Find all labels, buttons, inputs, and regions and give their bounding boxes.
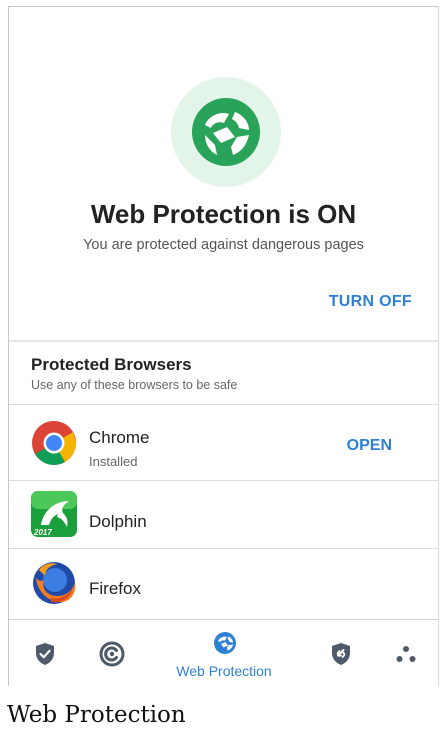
app-screen: Web Protection is ON You are protected a…: [8, 6, 439, 686]
browser-row-dolphin[interactable]: 2017 Dolphin: [9, 481, 438, 547]
row-divider: [9, 404, 438, 405]
dolphin-icon: 2017: [31, 491, 77, 537]
nav-label-web-protection: Web Protection: [176, 663, 272, 679]
nav-item-shield[interactable]: [30, 620, 60, 686]
browser-row-firefox[interactable]: Firefox: [9, 550, 438, 616]
open-chrome-button[interactable]: OPEN: [347, 437, 392, 455]
more-dots-icon: [396, 646, 416, 662]
browser-row-chrome[interactable]: Chrome Installed OPEN: [9, 410, 438, 476]
web-protection-icon: [214, 632, 236, 654]
nav-item-more[interactable]: [391, 620, 421, 686]
protection-status-subtitle: You are protected against dangerous page…: [83, 237, 364, 253]
row-divider: [9, 548, 438, 549]
protected-browsers-heading: Protected Browsers: [31, 355, 192, 374]
scan-icon: [99, 641, 125, 667]
screenshot-caption: Web Protection: [7, 702, 186, 728]
browser-name: Dolphin: [89, 512, 147, 531]
shield-check-icon: [36, 643, 54, 665]
bottom-navigation: Web Protection: [9, 619, 438, 686]
nav-item-web-protection[interactable]: Web Protection: [159, 620, 289, 686]
shield-link-icon: [332, 643, 350, 665]
browser-name: Firefox: [89, 579, 141, 598]
browser-name: Chrome: [89, 428, 150, 447]
nav-item-scan[interactable]: [95, 620, 129, 686]
chrome-icon: [32, 421, 76, 465]
web-protection-globe-icon: [192, 98, 260, 166]
nav-item-link-protection[interactable]: [327, 620, 355, 686]
protection-status-title: Web Protection is ON: [90, 199, 357, 229]
turn-off-button[interactable]: TURN OFF: [329, 293, 412, 311]
firefox-icon: [33, 562, 76, 604]
protected-browsers-subheading: Use any of these browsers to be safe: [31, 378, 238, 392]
dolphin-badge-year: 2017: [33, 528, 52, 537]
browser-status: Installed: [89, 454, 138, 469]
section-divider: [9, 340, 438, 342]
protection-status-badge: [171, 77, 281, 187]
